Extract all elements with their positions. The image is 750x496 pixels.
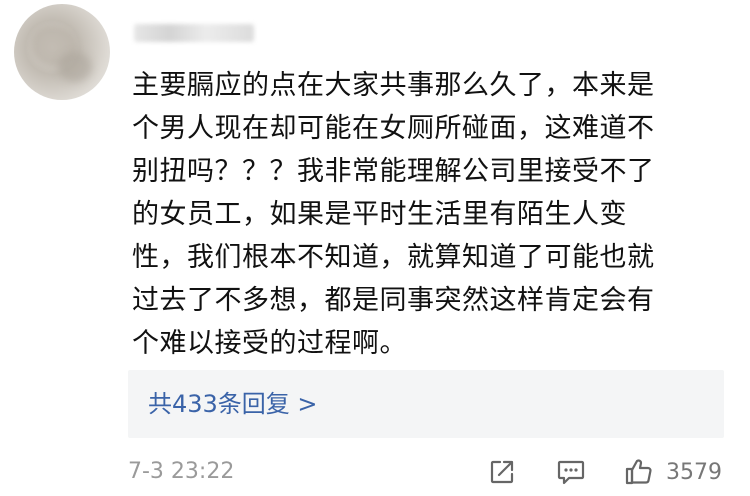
comment-line: 个难以接受的过程啊。 <box>132 328 407 359</box>
comment-line: 主要膈应的点在大家共事那么久了，本来是 <box>132 70 655 101</box>
replies-box[interactable]: 共433条回复 > <box>128 370 724 438</box>
comment-line: 别扭吗？？？我非常能理解公司里接受不了 <box>132 156 655 187</box>
reply-button[interactable] <box>556 454 586 490</box>
thumbs-up-icon <box>625 459 652 485</box>
like-count: 3579 <box>666 459 722 485</box>
timestamp: 7-3 23:22 <box>128 459 235 484</box>
like-button[interactable]: 3579 <box>624 454 734 490</box>
share-button[interactable] <box>488 454 518 490</box>
avatar-blur-detail <box>58 52 92 82</box>
comment-line: 个男人现在却可能在女厕所碰面，这难道不 <box>132 113 655 144</box>
comment-footer: 7-3 23:22 3579 <box>0 454 750 490</box>
avatar[interactable] <box>14 4 110 100</box>
username-blur-mask <box>134 24 254 42</box>
view-replies-link[interactable]: 共433条回复 > <box>148 388 318 420</box>
username-blurred[interactable] <box>134 18 254 48</box>
share-icon <box>490 460 514 484</box>
comment-card: 主要膈应的点在大家共事那么久了，本来是 个男人现在却可能在女厕所碰面，这难道不 … <box>0 0 750 496</box>
comment-line: 的女员工，如果是平时生活里有陌生人变 <box>132 199 627 230</box>
comment-line: 性，我们根本不知道，就算知道了可能也就 <box>132 242 655 273</box>
comment-icon <box>557 460 585 485</box>
comment-text: 主要膈应的点在大家共事那么久了，本来是 个男人现在却可能在女厕所碰面，这难道不 … <box>132 64 722 365</box>
comment-line: 过去了不多想，都是同事突然这样肯定会有 <box>132 285 655 316</box>
